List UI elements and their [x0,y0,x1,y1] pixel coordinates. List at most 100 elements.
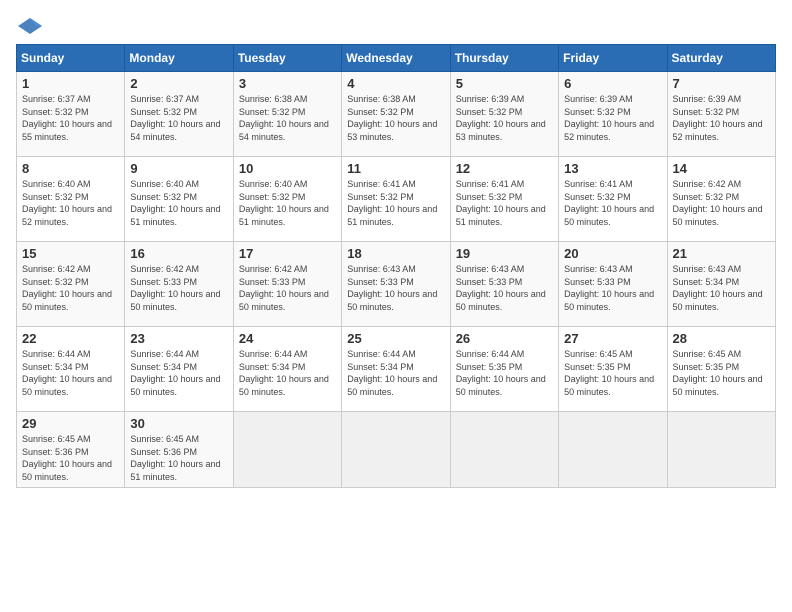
day-info: Sunrise: 6:38 AM Sunset: 5:32 PM Dayligh… [347,93,444,143]
day-number: 7 [673,76,770,91]
day-number: 9 [130,161,227,176]
calendar-cell: 3 Sunrise: 6:38 AM Sunset: 5:32 PM Dayli… [233,72,341,157]
day-number: 15 [22,246,119,261]
day-number: 24 [239,331,336,346]
day-info: Sunrise: 6:39 AM Sunset: 5:32 PM Dayligh… [456,93,553,143]
calendar-cell: 26 Sunrise: 6:44 AM Sunset: 5:35 PM Dayl… [450,327,558,412]
day-number: 2 [130,76,227,91]
day-info: Sunrise: 6:40 AM Sunset: 5:32 PM Dayligh… [130,178,227,228]
weekday-header-saturday: Saturday [667,45,775,72]
day-info: Sunrise: 6:44 AM Sunset: 5:34 PM Dayligh… [130,348,227,398]
day-number: 17 [239,246,336,261]
day-number: 19 [456,246,553,261]
day-info: Sunrise: 6:37 AM Sunset: 5:32 PM Dayligh… [130,93,227,143]
day-number: 11 [347,161,444,176]
calendar-cell: 29 Sunrise: 6:45 AM Sunset: 5:36 PM Dayl… [17,412,125,488]
calendar-cell [559,412,667,488]
calendar-cell: 18 Sunrise: 6:43 AM Sunset: 5:33 PM Dayl… [342,242,450,327]
day-info: Sunrise: 6:42 AM Sunset: 5:33 PM Dayligh… [239,263,336,313]
day-info: Sunrise: 6:42 AM Sunset: 5:32 PM Dayligh… [673,178,770,228]
day-info: Sunrise: 6:43 AM Sunset: 5:33 PM Dayligh… [564,263,661,313]
calendar-cell: 23 Sunrise: 6:44 AM Sunset: 5:34 PM Dayl… [125,327,233,412]
calendar-cell: 9 Sunrise: 6:40 AM Sunset: 5:32 PM Dayli… [125,157,233,242]
day-number: 4 [347,76,444,91]
calendar-cell: 25 Sunrise: 6:44 AM Sunset: 5:34 PM Dayl… [342,327,450,412]
day-number: 22 [22,331,119,346]
calendar-cell [342,412,450,488]
day-number: 29 [22,416,119,431]
calendar-cell: 20 Sunrise: 6:43 AM Sunset: 5:33 PM Dayl… [559,242,667,327]
calendar-cell: 5 Sunrise: 6:39 AM Sunset: 5:32 PM Dayli… [450,72,558,157]
calendar-cell: 12 Sunrise: 6:41 AM Sunset: 5:32 PM Dayl… [450,157,558,242]
day-info: Sunrise: 6:41 AM Sunset: 5:32 PM Dayligh… [564,178,661,228]
day-number: 3 [239,76,336,91]
day-info: Sunrise: 6:44 AM Sunset: 5:34 PM Dayligh… [347,348,444,398]
calendar-cell: 7 Sunrise: 6:39 AM Sunset: 5:32 PM Dayli… [667,72,775,157]
day-number: 25 [347,331,444,346]
day-number: 27 [564,331,661,346]
calendar-header: SundayMondayTuesdayWednesdayThursdayFrid… [17,45,776,72]
calendar-cell: 14 Sunrise: 6:42 AM Sunset: 5:32 PM Dayl… [667,157,775,242]
day-info: Sunrise: 6:41 AM Sunset: 5:32 PM Dayligh… [456,178,553,228]
calendar-cell: 19 Sunrise: 6:43 AM Sunset: 5:33 PM Dayl… [450,242,558,327]
day-info: Sunrise: 6:43 AM Sunset: 5:33 PM Dayligh… [456,263,553,313]
calendar-table: SundayMondayTuesdayWednesdayThursdayFrid… [16,44,776,488]
day-info: Sunrise: 6:45 AM Sunset: 5:36 PM Dayligh… [130,433,227,483]
calendar-cell: 6 Sunrise: 6:39 AM Sunset: 5:32 PM Dayli… [559,72,667,157]
day-number: 18 [347,246,444,261]
calendar-cell: 11 Sunrise: 6:41 AM Sunset: 5:32 PM Dayl… [342,157,450,242]
day-info: Sunrise: 6:38 AM Sunset: 5:32 PM Dayligh… [239,93,336,143]
weekday-header-tuesday: Tuesday [233,45,341,72]
calendar-cell: 4 Sunrise: 6:38 AM Sunset: 5:32 PM Dayli… [342,72,450,157]
weekday-header-wednesday: Wednesday [342,45,450,72]
calendar-cell: 8 Sunrise: 6:40 AM Sunset: 5:32 PM Dayli… [17,157,125,242]
day-info: Sunrise: 6:37 AM Sunset: 5:32 PM Dayligh… [22,93,119,143]
day-number: 10 [239,161,336,176]
day-info: Sunrise: 6:41 AM Sunset: 5:32 PM Dayligh… [347,178,444,228]
day-info: Sunrise: 6:39 AM Sunset: 5:32 PM Dayligh… [673,93,770,143]
day-number: 23 [130,331,227,346]
day-info: Sunrise: 6:42 AM Sunset: 5:33 PM Dayligh… [130,263,227,313]
calendar-cell: 16 Sunrise: 6:42 AM Sunset: 5:33 PM Dayl… [125,242,233,327]
day-number: 30 [130,416,227,431]
calendar-cell: 17 Sunrise: 6:42 AM Sunset: 5:33 PM Dayl… [233,242,341,327]
day-info: Sunrise: 6:43 AM Sunset: 5:33 PM Dayligh… [347,263,444,313]
day-number: 26 [456,331,553,346]
calendar-cell [667,412,775,488]
calendar-cell: 27 Sunrise: 6:45 AM Sunset: 5:35 PM Dayl… [559,327,667,412]
day-number: 12 [456,161,553,176]
day-number: 1 [22,76,119,91]
calendar-cell [233,412,341,488]
calendar-cell: 1 Sunrise: 6:37 AM Sunset: 5:32 PM Dayli… [17,72,125,157]
day-info: Sunrise: 6:42 AM Sunset: 5:32 PM Dayligh… [22,263,119,313]
day-number: 6 [564,76,661,91]
day-number: 5 [456,76,553,91]
calendar-cell: 30 Sunrise: 6:45 AM Sunset: 5:36 PM Dayl… [125,412,233,488]
calendar-cell: 15 Sunrise: 6:42 AM Sunset: 5:32 PM Dayl… [17,242,125,327]
day-info: Sunrise: 6:40 AM Sunset: 5:32 PM Dayligh… [239,178,336,228]
day-info: Sunrise: 6:39 AM Sunset: 5:32 PM Dayligh… [564,93,661,143]
day-number: 16 [130,246,227,261]
calendar-cell [450,412,558,488]
day-info: Sunrise: 6:44 AM Sunset: 5:35 PM Dayligh… [456,348,553,398]
day-number: 21 [673,246,770,261]
day-number: 28 [673,331,770,346]
calendar-cell: 13 Sunrise: 6:41 AM Sunset: 5:32 PM Dayl… [559,157,667,242]
calendar-cell: 21 Sunrise: 6:43 AM Sunset: 5:34 PM Dayl… [667,242,775,327]
weekday-header-friday: Friday [559,45,667,72]
day-number: 20 [564,246,661,261]
weekday-header-sunday: Sunday [17,45,125,72]
calendar-cell: 10 Sunrise: 6:40 AM Sunset: 5:32 PM Dayl… [233,157,341,242]
day-number: 13 [564,161,661,176]
day-info: Sunrise: 6:43 AM Sunset: 5:34 PM Dayligh… [673,263,770,313]
day-number: 8 [22,161,119,176]
weekday-header-thursday: Thursday [450,45,558,72]
day-info: Sunrise: 6:44 AM Sunset: 5:34 PM Dayligh… [239,348,336,398]
day-info: Sunrise: 6:45 AM Sunset: 5:36 PM Dayligh… [22,433,119,483]
day-info: Sunrise: 6:45 AM Sunset: 5:35 PM Dayligh… [564,348,661,398]
calendar-cell: 2 Sunrise: 6:37 AM Sunset: 5:32 PM Dayli… [125,72,233,157]
calendar-cell: 28 Sunrise: 6:45 AM Sunset: 5:35 PM Dayl… [667,327,775,412]
calendar-cell: 22 Sunrise: 6:44 AM Sunset: 5:34 PM Dayl… [17,327,125,412]
day-info: Sunrise: 6:40 AM Sunset: 5:32 PM Dayligh… [22,178,119,228]
calendar-cell: 24 Sunrise: 6:44 AM Sunset: 5:34 PM Dayl… [233,327,341,412]
